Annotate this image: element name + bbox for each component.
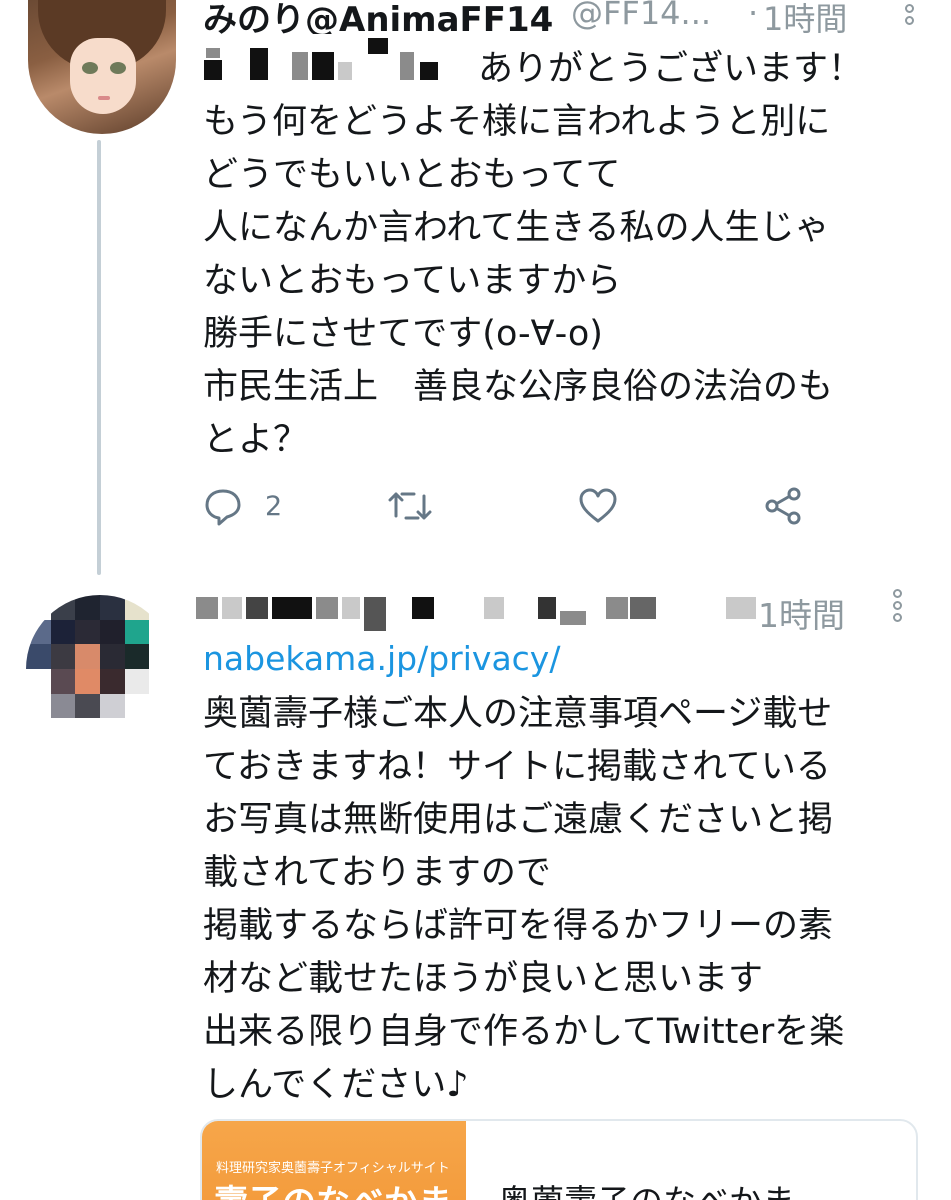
tweet-text: 奥薗壽子様ご本人の注意事項ページ載せ ておきますね！サイトに掲載されている お写… [203, 694, 845, 1105]
tweet-actions: 2 [203, 482, 823, 532]
share-button[interactable] [763, 482, 803, 530]
retweet-icon [388, 492, 432, 520]
share-icon [765, 487, 801, 525]
more-icon[interactable] [893, 589, 907, 625]
reply-count: 2 [265, 490, 283, 522]
tweet-2[interactable]: 1時間 nabekama.jp/privacy/ 奥薗壽子様ご本人の注意事項ペー… [0, 575, 951, 1200]
more-icon[interactable] [905, 4, 921, 28]
tweet-link[interactable]: nabekama.jp/privacy/ [203, 639, 560, 678]
heart-icon [579, 488, 617, 523]
tweet-header: みのり@AnimaFF14 @FF14... · 1時間 [203, 0, 923, 34]
thread-line [97, 140, 101, 575]
card-image: 料理研究家奥薗壽子オフィシャルサイト 壽子のなべかま [202, 1121, 466, 1200]
card-image-title: 壽子のなべかま [214, 1175, 452, 1200]
link-card[interactable]: 料理研究家奥薗壽子オフィシャルサイト 壽子のなべかま 奥薗壽子のなべかま [200, 1119, 918, 1200]
user-handle[interactable]: @FF14... [571, 0, 711, 32]
reply-icon [205, 489, 241, 526]
timestamp[interactable]: 1時間 [763, 0, 847, 34]
user-avatar[interactable] [28, 0, 176, 134]
card-title: 奥薗壽子のなべかま [498, 1175, 795, 1200]
card-image-subtitle: 料理研究家奥薗壽子オフィシャルサイト [216, 1161, 450, 1176]
reply-button[interactable]: 2 [203, 482, 282, 530]
timestamp[interactable]: 1時間 [758, 589, 845, 637]
like-button[interactable] [578, 482, 618, 530]
display-name[interactable]: みのり@AnimaFF14 [203, 0, 553, 34]
separator: · [748, 0, 759, 32]
tweet-1[interactable]: みのり@AnimaFF14 @FF14... · 1時間 ありがとうございます！… [0, 0, 951, 575]
tweet-text: ありがとうございます！ もう何をどうよそ様に言われようと別に どうでもいいとおも… [203, 49, 864, 460]
retweet-button[interactable] [388, 482, 432, 530]
user-avatar[interactable] [26, 595, 174, 743]
